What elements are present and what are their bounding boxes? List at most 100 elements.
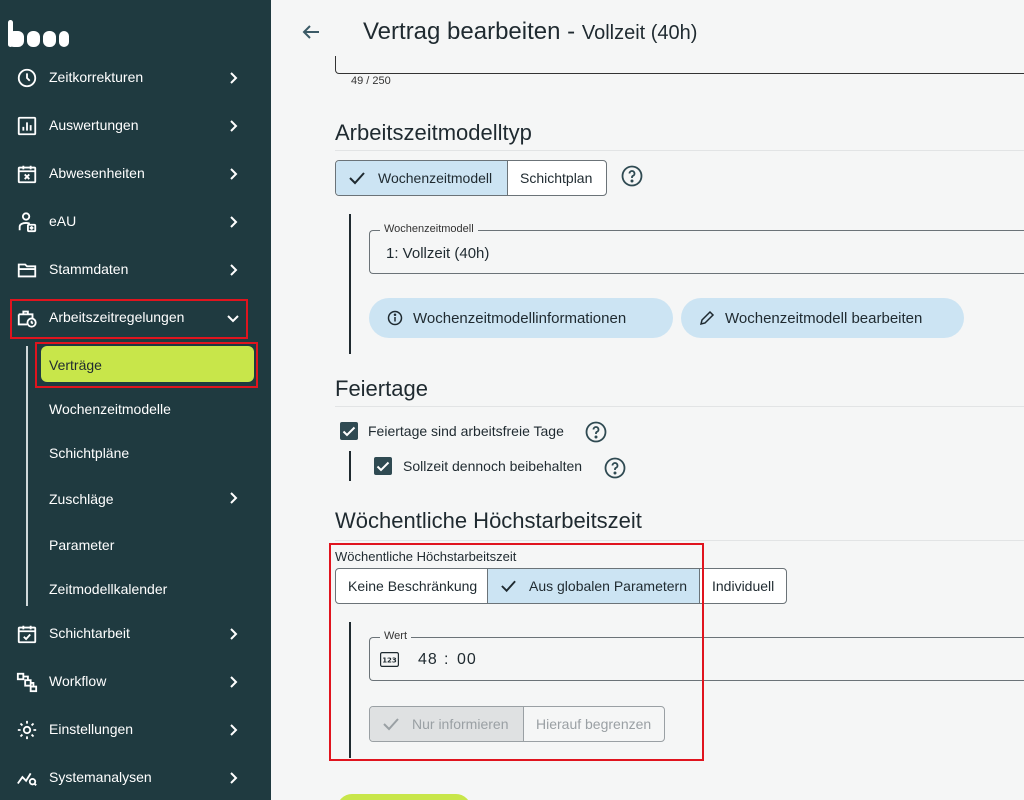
chevron-right-icon	[225, 722, 241, 738]
sidebar-subitem-schichtplaene[interactable]: Schichtpläne	[41, 434, 254, 470]
check-icon	[500, 579, 517, 593]
submenu-line	[26, 346, 28, 606]
sidebar-item-label: Arbeitszeitregelungen	[49, 309, 184, 325]
sidebar-item-label: Workflow	[49, 673, 106, 689]
option-aus-globalen-parametern[interactable]: Aus globalen Parametern	[488, 569, 700, 603]
pencil-icon	[699, 310, 715, 326]
chevron-right-icon	[225, 262, 241, 278]
info-icon	[387, 310, 403, 326]
sidebar-item-auswertungen[interactable]: Auswertungen	[0, 106, 271, 146]
holidays-free-checkbox[interactable]	[340, 422, 358, 440]
help-icon[interactable]	[604, 457, 626, 479]
back-arrow-icon[interactable]	[299, 20, 323, 44]
time-colon: :	[444, 651, 448, 669]
wochenzeitmodell-select[interactable]: Wochenzeitmodell 1: Vollzeit (40h)	[369, 230, 1024, 274]
chevron-down-icon	[225, 310, 241, 326]
check-icon	[348, 171, 366, 185]
analytics-icon	[16, 767, 38, 789]
sidebar-subitem-label: Verträge	[49, 357, 102, 373]
option-schichtplan[interactable]: Schichtplan	[508, 161, 606, 195]
checkmark-icon	[376, 461, 390, 472]
sidebar: Zeitkorrekturen Auswertungen Abwesenheit…	[0, 0, 271, 800]
field-value: 1: Vollzeit (40h)	[386, 245, 489, 262]
option-label: Nur informieren	[412, 716, 508, 732]
keep-target-time-checkbox-row: Sollzeit dennoch beibehalten	[374, 457, 582, 475]
chart-icon	[16, 115, 38, 137]
sidebar-subitem-label: Zeitmodellkalender	[49, 581, 167, 597]
sidebar-subitem-zuschlaege[interactable]: Zuschläge	[41, 480, 254, 516]
sidebar-item-systemanalysen[interactable]: Systemanalysen	[0, 758, 271, 798]
sidebar-subitem-zeitmodellkalender[interactable]: Zeitmodellkalender	[41, 570, 254, 606]
sidebar-item-einstellungen[interactable]: Einstellungen	[0, 710, 271, 750]
sidebar-item-stammdaten[interactable]: Stammdaten	[0, 250, 271, 290]
chevron-right-icon	[225, 490, 241, 506]
holidays-free-checkbox-row: Feiertage sind arbeitsfreie Tage	[340, 422, 564, 440]
option-keine-beschraenkung[interactable]: Keine Beschränkung	[336, 569, 488, 603]
wochenzeitmodell-edit-button[interactable]: Wochenzeitmodell bearbeiten	[681, 298, 964, 338]
option-wochenzeitmodell[interactable]: Wochenzeitmodell	[336, 161, 508, 195]
help-icon[interactable]	[585, 421, 607, 443]
page-title: Vertrag bearbeiten - Vollzeit (40h)	[363, 18, 697, 46]
divider	[335, 540, 1024, 541]
sidebar-item-zeitkorrekturen[interactable]: Zeitkorrekturen	[0, 58, 271, 98]
field-label: Wert	[380, 630, 411, 642]
max-hours-mode-toggle: Nur informieren Hierauf begrenzen	[369, 706, 665, 742]
description-input[interactable]	[335, 56, 1024, 74]
sidebar-item-label: Schichtarbeit	[49, 625, 130, 641]
keep-target-time-checkbox[interactable]	[374, 457, 392, 475]
check-icon	[382, 717, 400, 731]
page-title-separator: -	[567, 18, 575, 45]
max-hours-label: Wöchentliche Höchstarbeitszeit	[335, 549, 516, 564]
option-label: Aus globalen Parametern	[529, 578, 687, 594]
option-nur-informieren[interactable]: Nur informieren	[370, 707, 524, 741]
sidebar-subitem-vertraege[interactable]: Verträge	[41, 346, 254, 382]
person-medical-icon	[16, 211, 38, 233]
sidebar-item-label: eAU	[49, 213, 76, 229]
indent-bar	[349, 622, 351, 758]
divider	[335, 150, 1024, 151]
minutes-value[interactable]: 00	[457, 651, 477, 669]
briefcase-clock-icon	[16, 307, 38, 329]
chevron-right-icon	[225, 626, 241, 642]
sidebar-item-eau[interactable]: eAU	[0, 202, 271, 242]
section-title-holidays: Feiertage	[335, 376, 428, 402]
sidebar-item-label: Abwesenheiten	[49, 165, 145, 181]
sidebar-subitem-label: Schichtpläne	[49, 445, 129, 461]
app-logo[interactable]	[8, 18, 72, 50]
chevron-right-icon	[225, 166, 241, 182]
sidebar-subitem-label: Parameter	[49, 537, 114, 553]
hours-value[interactable]: 48	[418, 651, 438, 669]
sidebar-subitem-label: Wochenzeitmodelle	[49, 401, 171, 417]
chevron-right-icon	[225, 118, 241, 134]
svg-text:123: 123	[382, 657, 397, 665]
button-label: Wochenzeitmodell bearbeiten	[725, 310, 922, 327]
option-hierauf-begrenzen[interactable]: Hierauf begrenzen	[524, 707, 664, 741]
sidebar-item-abwesenheiten[interactable]: Abwesenheiten	[0, 154, 271, 194]
sidebar-item-arbeitszeitregelungen[interactable]: Arbeitszeitregelungen	[0, 298, 271, 338]
option-label: Individuell	[712, 578, 774, 594]
field-label: Wochenzeitmodell	[380, 223, 478, 235]
calendar-x-icon	[16, 163, 38, 185]
character-counter: 49 / 250	[351, 75, 391, 87]
sidebar-item-label: Systemanalysen	[49, 769, 152, 785]
option-individuell[interactable]: Individuell	[700, 569, 786, 603]
sidebar-item-schichtarbeit[interactable]: Schichtarbeit	[0, 614, 271, 654]
save-button[interactable]	[337, 794, 471, 800]
max-hours-value-field[interactable]: Wert 123 48 : 00	[369, 637, 1024, 681]
wochenzeitmodell-info-button[interactable]: Wochenzeitmodellinformationen	[369, 298, 673, 338]
divider	[335, 406, 1024, 407]
indent-bar	[349, 451, 351, 481]
sidebar-item-workflow[interactable]: Workflow	[0, 662, 271, 702]
checkbox-label: Sollzeit dennoch beibehalten	[403, 458, 582, 474]
sidebar-subitem-parameter[interactable]: Parameter	[41, 526, 254, 562]
sidebar-subitem-wochenzeitmodelle[interactable]: Wochenzeitmodelle	[41, 390, 254, 426]
model-type-toggle: Wochenzeitmodell Schichtplan	[335, 160, 607, 196]
number-input-icon: 123	[380, 652, 399, 667]
help-icon[interactable]	[621, 165, 643, 187]
chevron-right-icon	[225, 674, 241, 690]
option-label: Keine Beschränkung	[348, 578, 477, 594]
main-content: Vertrag bearbeiten - Vollzeit (40h) 49 /…	[271, 0, 1024, 800]
indent-bar	[349, 214, 351, 354]
page-title-main: Vertrag bearbeiten	[363, 18, 560, 45]
sidebar-item-label: Auswertungen	[49, 117, 139, 133]
